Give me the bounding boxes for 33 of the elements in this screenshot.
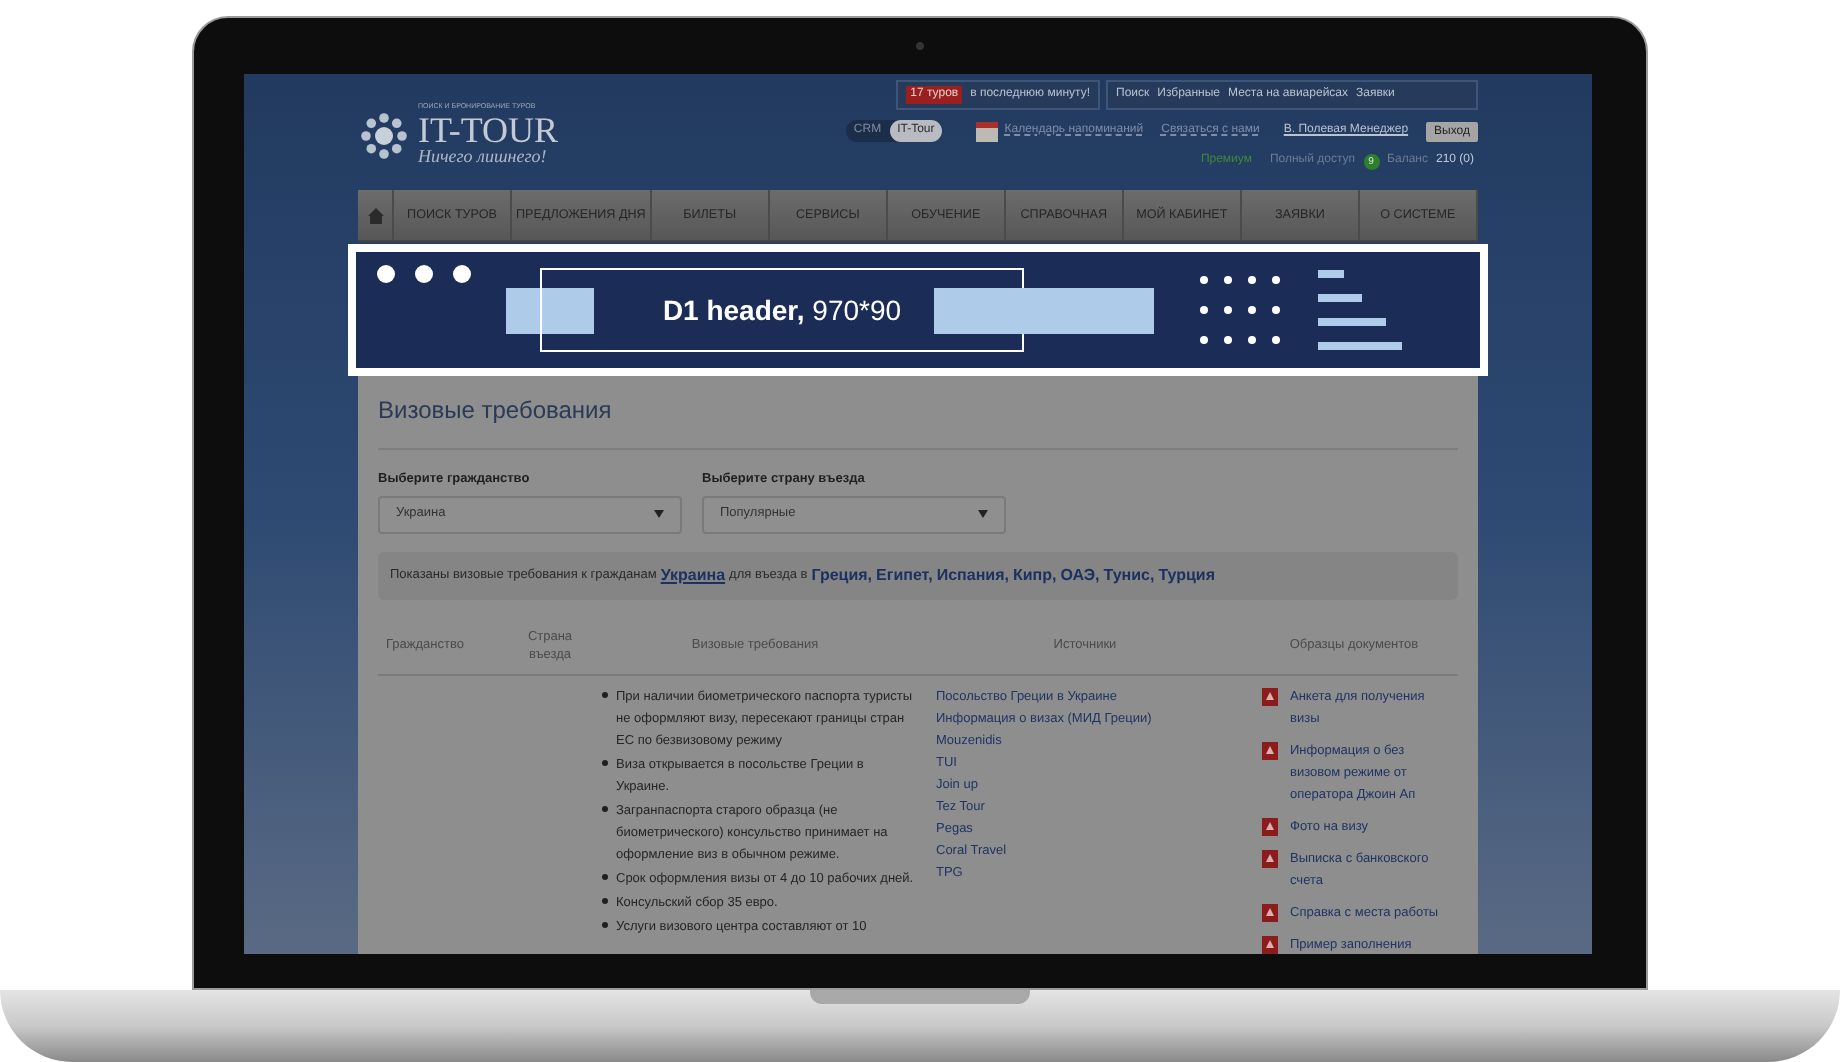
pdf-icon [1262, 687, 1278, 706]
logo-name: IT-TOUR [418, 111, 559, 148]
country-link[interactable]: Испания, [936, 563, 1009, 588]
bullet-icon [602, 759, 608, 766]
caret-icon [978, 510, 988, 519]
country-link[interactable]: Тунис, [1103, 563, 1155, 588]
bullet-icon [602, 897, 608, 904]
bullet-icon [602, 691, 608, 698]
home-icon[interactable] [367, 207, 383, 223]
calendar-icon [976, 120, 999, 142]
citizenship-link[interactable]: Украина [660, 563, 726, 588]
pdf-icon [1262, 741, 1278, 760]
country-link[interactable]: Египет, [876, 563, 933, 588]
country-link[interactable]: ОАЭ, [1060, 563, 1100, 588]
logo-slogan: Ничего лишнего! [418, 147, 549, 166]
bars-icon [1318, 270, 1402, 350]
country-link[interactable]: Турция [1158, 563, 1216, 588]
page-title: Визовые требования [378, 386, 1458, 450]
pdf-icon [1262, 849, 1278, 868]
banner-block [506, 287, 594, 333]
country-link[interactable]: Греция, [811, 563, 873, 588]
bullet-icon [602, 921, 608, 928]
pdf-icon [1262, 935, 1278, 954]
camera-icon [916, 42, 924, 50]
logo-dots-icon [358, 109, 410, 161]
pdf-icon [1262, 817, 1278, 836]
dot-grid-icon [1198, 272, 1282, 348]
pdf-icon [1262, 903, 1278, 922]
bullet-icon [602, 873, 608, 880]
bullet-icon [602, 805, 608, 812]
caret-icon [654, 510, 664, 519]
country-link[interactable]: Кипр, [1012, 563, 1057, 588]
banner-title: D1 header, 970*90 [662, 291, 902, 329]
